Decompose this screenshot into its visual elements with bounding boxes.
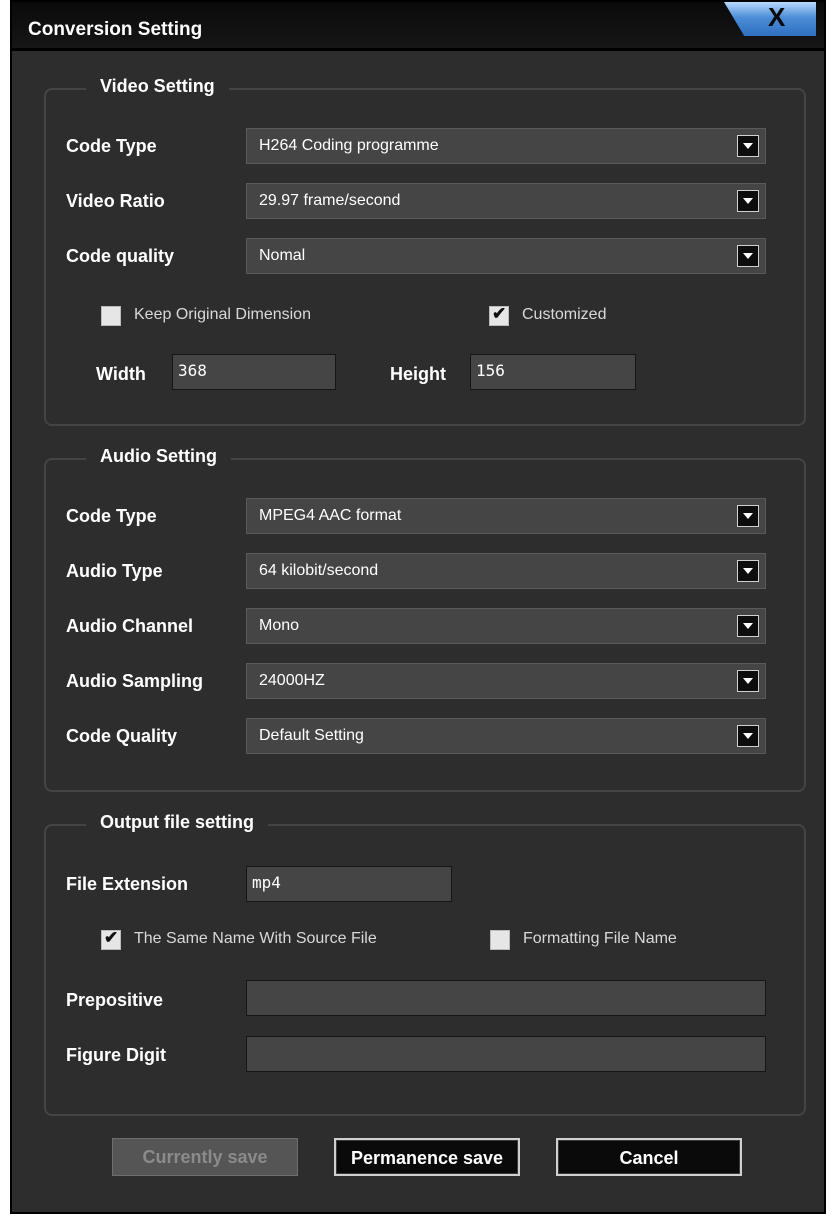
cancel-button[interactable]: Cancel	[556, 1138, 742, 1176]
audio-channel-label: Audio Channel	[66, 616, 193, 636]
audio-sampling-select[interactable]: 24000HZ	[246, 663, 766, 699]
video-setting-legend: Video Setting	[86, 76, 229, 97]
close-icon: X	[768, 2, 786, 32]
dropdown-arrow-icon[interactable]	[737, 190, 759, 212]
video-code-quality-label: Code quality	[66, 246, 175, 266]
video-ratio-value: 29.97 frame/second	[259, 192, 401, 209]
audio-type-value: 64 kilobit/second	[259, 562, 379, 579]
width-label: Width	[96, 364, 146, 384]
audio-code-quality-select[interactable]: Default Setting	[246, 718, 766, 754]
dropdown-arrow-icon[interactable]	[737, 245, 759, 267]
height-value: 156	[476, 361, 505, 380]
dropdown-arrow-icon[interactable]	[737, 725, 759, 747]
audio-channel-select[interactable]: Mono	[246, 608, 766, 644]
width-input[interactable]: 368	[172, 354, 336, 390]
output-file-setting-group: Output file setting File Extension mp4 ✔…	[44, 812, 806, 1116]
customized-checkbox[interactable]: ✔	[489, 304, 509, 326]
prepositive-input[interactable]	[246, 980, 766, 1016]
video-setting-group: Video Setting Code Type H264 Coding prog…	[44, 76, 806, 426]
figure-digit-input[interactable]	[246, 1036, 766, 1072]
audio-sampling-label: Audio Sampling	[66, 671, 203, 691]
customized-label: Customized	[522, 306, 607, 323]
video-code-quality-select[interactable]: Nomal	[246, 238, 766, 274]
video-code-type-value: H264 Coding programme	[259, 137, 439, 154]
video-code-quality-value: Nomal	[259, 247, 306, 264]
check-icon: ✔	[104, 928, 119, 947]
height-label: Height	[390, 364, 446, 384]
width-value: 368	[178, 361, 207, 380]
figure-digit-label: Figure Digit	[66, 1045, 166, 1065]
audio-code-type-select[interactable]: MPEG4 AAC format	[246, 498, 766, 534]
same-name-label: The Same Name With Source File	[134, 930, 377, 947]
audio-type-label: Audio Type	[66, 561, 163, 581]
video-code-type-select[interactable]: H264 Coding programme	[246, 128, 766, 164]
audio-channel-value: Mono	[259, 617, 300, 634]
audio-setting-legend: Audio Setting	[86, 446, 231, 467]
formatting-file-name-label: Formatting File Name	[523, 930, 677, 947]
check-icon: ✔	[492, 304, 507, 323]
audio-code-quality-value: Default Setting	[259, 727, 364, 744]
keep-original-dimension-label: Keep Original Dimension	[134, 306, 311, 323]
window-title: Conversion Setting	[28, 19, 203, 40]
dropdown-arrow-icon[interactable]	[737, 505, 759, 527]
video-code-type-label: Code Type	[66, 136, 157, 156]
file-extension-value: mp4	[252, 873, 281, 892]
audio-type-select[interactable]: 64 kilobit/second	[246, 553, 766, 589]
title-bar: Conversion Setting X	[12, 2, 824, 51]
file-extension-input[interactable]: mp4	[246, 866, 452, 902]
file-extension-label: File Extension	[66, 874, 189, 894]
height-input[interactable]: 156	[470, 354, 636, 390]
audio-code-type-label: Code Type	[66, 506, 157, 526]
keep-original-dimension-checkbox[interactable]	[101, 306, 121, 326]
dropdown-arrow-icon[interactable]	[737, 135, 759, 157]
prepositive-label: Prepositive	[66, 990, 164, 1010]
conversion-setting-window: Conversion Setting X Video Setting Code …	[10, 0, 826, 1214]
same-name-checkbox[interactable]: ✔	[101, 928, 121, 950]
video-ratio-select[interactable]: 29.97 frame/second	[246, 183, 766, 219]
dropdown-arrow-icon[interactable]	[737, 670, 759, 692]
audio-code-quality-label: Code Quality	[66, 726, 178, 746]
output-file-setting-legend: Output file setting	[86, 812, 268, 833]
video-ratio-label: Video Ratio	[66, 191, 165, 211]
permanence-save-button[interactable]: Permanence save	[334, 1138, 520, 1176]
audio-code-type-value: MPEG4 AAC format	[259, 507, 402, 524]
currently-save-button[interactable]: Currently save	[112, 1138, 298, 1176]
close-button[interactable]: X	[724, 2, 816, 36]
audio-setting-group: Audio Setting Code Type MPEG4 AAC format…	[44, 446, 806, 792]
audio-sampling-value: 24000HZ	[259, 672, 325, 689]
formatting-file-name-checkbox[interactable]	[490, 930, 510, 950]
dropdown-arrow-icon[interactable]	[737, 615, 759, 637]
dropdown-arrow-icon[interactable]	[737, 560, 759, 582]
